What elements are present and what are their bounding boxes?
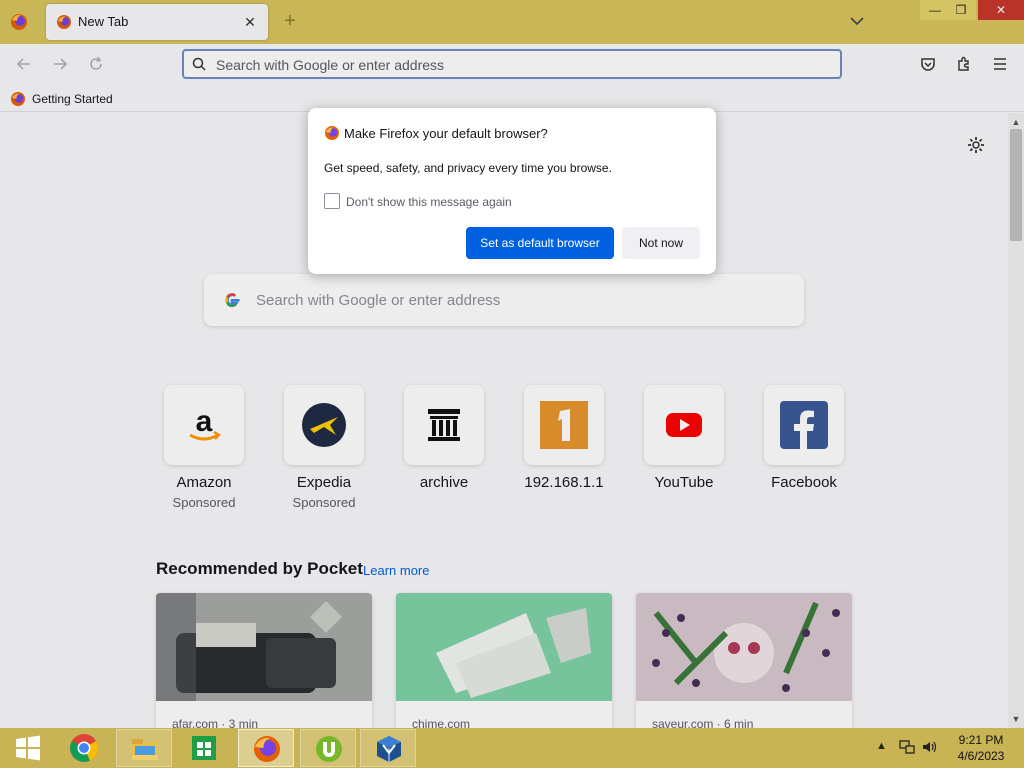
store-icon [192, 736, 216, 760]
taskbar-utorrent[interactable] [300, 729, 356, 767]
set-default-browser-button[interactable]: Set as default browser [466, 227, 614, 259]
system-clock[interactable]: 9:21 PM 4/6/2023 [944, 732, 1018, 764]
start-button[interactable] [0, 729, 56, 767]
start-icon [16, 735, 40, 761]
windows-taskbar: ▲ 9:21 PM 4/6/2023 [0, 728, 1024, 768]
chrome-icon [70, 734, 98, 762]
taskbar-firefox[interactable] [238, 729, 294, 767]
taskbar-store[interactable] [176, 729, 232, 767]
not-now-button[interactable]: Not now [622, 227, 700, 259]
clock-time: 9:21 PM [958, 733, 1004, 747]
taskbar-file-explorer[interactable] [116, 729, 172, 767]
firefox-icon [324, 125, 340, 141]
show-hidden-icons-chevron-icon[interactable]: ▲ [876, 740, 887, 760]
network-icon[interactable] [898, 738, 916, 758]
virtualbox-icon [377, 736, 401, 762]
dont-show-again-label[interactable]: Don't show this message again [346, 195, 512, 209]
default-browser-dialog: Make Firefox your default browser? Get s… [308, 108, 716, 274]
utorrent-icon [316, 736, 342, 762]
firefox-icon [254, 736, 280, 762]
clock-date: 4/6/2023 [957, 749, 1005, 763]
dialog-message: Get speed, safety, and privacy every tim… [324, 161, 612, 175]
dont-show-again-checkbox[interactable] [324, 193, 340, 209]
volume-icon[interactable] [920, 738, 938, 758]
taskbar-virtualbox[interactable] [360, 729, 416, 767]
dialog-title: Make Firefox your default browser? [344, 126, 548, 141]
taskbar-chrome[interactable] [56, 729, 112, 767]
file-explorer-icon [132, 739, 158, 760]
